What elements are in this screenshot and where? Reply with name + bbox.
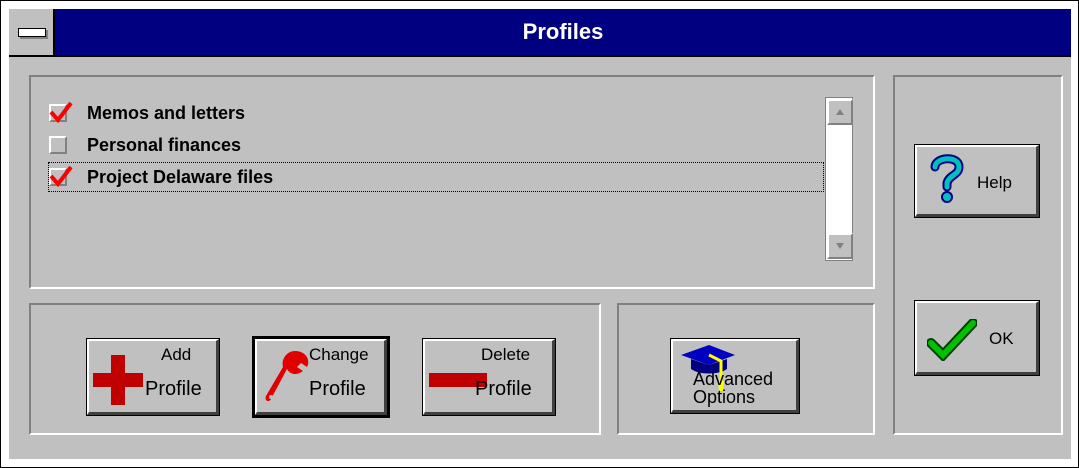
button-label-line1: Change — [309, 345, 369, 364]
item-label: Personal finances — [87, 134, 242, 155]
advanced-options-button[interactable]: Advanced Options — [670, 338, 800, 414]
profile-actions-panel: Add Profile Change Profile Delete Profil… — [29, 303, 601, 435]
item-label: Memos and letters — [87, 102, 246, 123]
button-label-line2: Profile — [309, 378, 366, 400]
button-label-line2: Options — [693, 387, 756, 407]
profile-list-panel: Memos and letters Personal finances Proj… — [29, 75, 875, 289]
button-label-line1: Advanced — [693, 369, 774, 389]
button-label-line1: Add — [161, 345, 192, 364]
help-button[interactable]: Help — [914, 144, 1040, 218]
list-item[interactable]: Memos and letters — [49, 99, 245, 127]
question-mark-icon — [930, 154, 964, 203]
checkbox[interactable] — [49, 101, 73, 124]
checkmark-icon — [49, 101, 73, 124]
scroll-up-arrow-icon — [836, 109, 844, 115]
scroll-down-button[interactable] — [827, 233, 853, 259]
checkbox[interactable] — [49, 165, 73, 188]
checkbox[interactable] — [49, 136, 67, 154]
wrench-icon — [265, 351, 309, 402]
list-item[interactable]: Project Delaware files — [48, 162, 824, 192]
profile-list[interactable]: Memos and letters Personal finances Proj… — [39, 87, 853, 261]
window-frame: Memos and letters Personal finances Proj… — [9, 57, 1071, 459]
plus-icon — [93, 355, 143, 405]
scroll-down-arrow-icon — [836, 243, 844, 249]
change-profile-button[interactable]: Change Profile — [252, 336, 390, 418]
window-title: Profiles — [522, 19, 604, 44]
button-label-line2: Profile — [145, 378, 202, 400]
profiles-window: Profiles Memos and letters Personal fina… — [0, 0, 1079, 468]
checkmark-icon — [49, 165, 73, 188]
advanced-options-panel: Advanced Options — [617, 303, 875, 435]
delete-profile-button[interactable]: Delete Profile — [422, 338, 556, 416]
client-area: Memos and letters Personal finances Proj… — [9, 57, 1071, 459]
ok-button[interactable]: OK — [914, 300, 1040, 376]
title-bar[interactable]: Profiles — [9, 9, 1071, 57]
add-profile-button[interactable]: Add Profile — [86, 338, 220, 416]
checkmark-icon — [927, 319, 977, 361]
system-menu-icon — [18, 28, 46, 37]
item-label: Project Delaware files — [87, 166, 274, 187]
button-label-line1: Delete — [481, 345, 531, 364]
vertical-scrollbar[interactable] — [825, 97, 853, 261]
button-label: Help — [977, 173, 1012, 192]
list-item[interactable]: Personal finances — [49, 131, 241, 159]
system-menu-button[interactable] — [9, 9, 55, 55]
side-panel: Help OK — [893, 75, 1063, 435]
button-label-line2: Profile — [475, 378, 532, 400]
scroll-up-button[interactable] — [827, 99, 853, 125]
button-label: OK — [989, 329, 1014, 348]
